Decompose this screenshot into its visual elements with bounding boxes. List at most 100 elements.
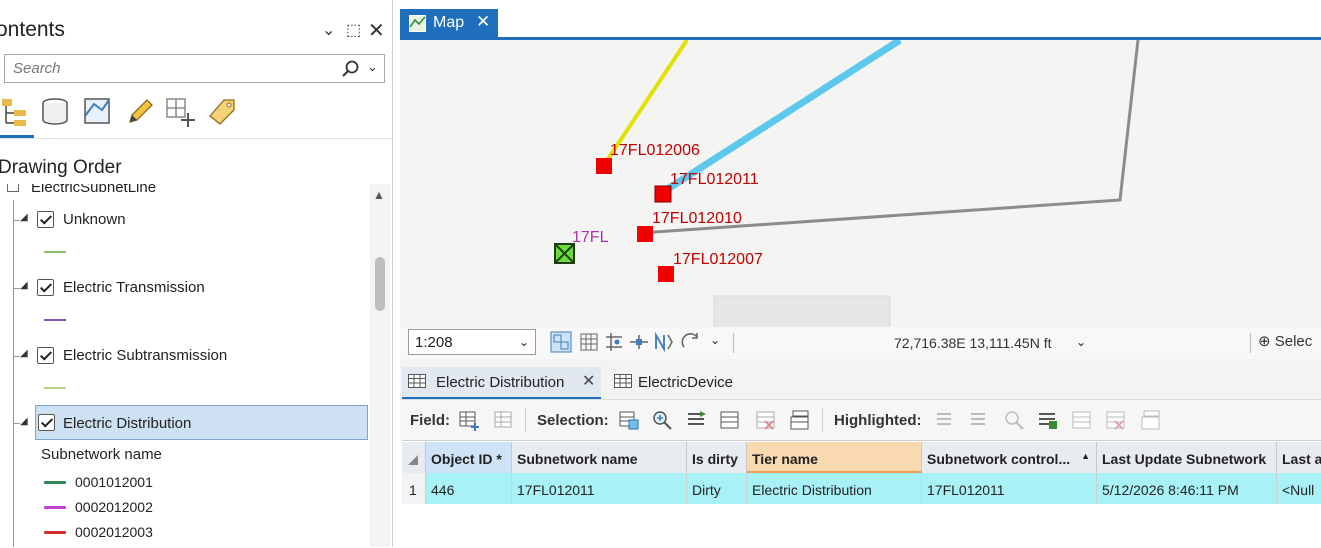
collapse-caret-icon[interactable]: ◢ xyxy=(20,212,28,223)
zoom-to-highlighted-icon[interactable] xyxy=(1003,409,1025,431)
search-box[interactable]: ⌄ xyxy=(4,54,385,83)
feature-label: 17FL xyxy=(572,229,609,246)
tab-map[interactable]: Map ✕ xyxy=(400,9,498,38)
delete-highlighted-icon[interactable] xyxy=(1140,409,1162,431)
search-chevron-icon[interactable]: ⌄ xyxy=(367,59,378,75)
search-icon[interactable] xyxy=(341,59,361,79)
list-by-snapping-icon[interactable] xyxy=(164,96,196,128)
row-number[interactable]: 1 xyxy=(402,473,426,504)
tree-branch: ◢ xyxy=(0,407,34,439)
scrollbar[interactable] xyxy=(370,184,390,547)
table-cell[interactable]: Dirty xyxy=(687,473,747,504)
scroll-up-icon[interactable]: ▲ xyxy=(373,188,385,202)
grid-icon[interactable] xyxy=(578,331,600,353)
layer-label: Electric Distribution xyxy=(63,415,192,432)
table-cell[interactable]: 5/12/2026 8:46:11 PM xyxy=(1097,473,1277,504)
layer-visibility-checkbox[interactable] xyxy=(38,414,55,431)
pin-icon[interactable]: ⬚ xyxy=(346,20,361,40)
chevron-down-icon[interactable]: ⌄ xyxy=(519,335,529,349)
table-cell[interactable]: 446 xyxy=(426,473,512,504)
expand-checkbox[interactable] xyxy=(7,184,19,192)
collapse-caret-icon[interactable]: ◢ xyxy=(20,416,28,427)
feature-label: 17FL012007 xyxy=(673,251,763,268)
highlight-list-icon[interactable] xyxy=(1071,409,1093,431)
chevron-down-icon[interactable]: ⌄ xyxy=(1076,335,1086,349)
layer-row-partial[interactable]: ElectricSubnetLine xyxy=(0,184,368,204)
north-arrow-icon[interactable] xyxy=(653,331,675,353)
pane-title: ontents xyxy=(0,18,65,41)
device-marker[interactable] xyxy=(637,226,653,242)
column-header[interactable]: Tier name xyxy=(747,442,922,473)
select-all-icon[interactable] xyxy=(719,409,741,431)
list-by-labeling-icon[interactable] xyxy=(206,96,238,128)
highlight-switch-icon[interactable] xyxy=(935,409,957,431)
select-all-corner[interactable] xyxy=(402,442,426,473)
calculate-field-icon[interactable] xyxy=(493,409,515,431)
layer-row-unknown[interactable]: ◢ Unknown xyxy=(0,204,368,236)
clear-selection-icon[interactable] xyxy=(755,409,777,431)
correction-icon[interactable] xyxy=(628,331,650,353)
collapse-caret-icon[interactable]: ◢ xyxy=(20,348,28,359)
select-tool-button[interactable]: ⊕ Selec xyxy=(1258,332,1312,350)
snapping-grid-icon[interactable] xyxy=(550,331,572,353)
attribute-table: Object ID * Subnetwork name Is dirty Tie… xyxy=(402,440,1321,548)
subnetwork-heading: Subnetwork name xyxy=(41,446,162,463)
highlight-unselect-icon[interactable] xyxy=(969,409,991,431)
table-cell[interactable]: 17FL012011 xyxy=(512,473,687,504)
table-cell[interactable]: 17FL012011 xyxy=(922,473,1097,504)
search-input[interactable] xyxy=(11,59,335,78)
list-by-editing-icon[interactable] xyxy=(124,96,156,128)
tab-label: ElectricDevice xyxy=(638,374,734,391)
table-cell[interactable]: <Null xyxy=(1277,473,1321,504)
map-canvas[interactable]: 17FL012006 17FL012011 17FL012010 17FL012… xyxy=(400,40,1321,327)
tab-label: Electric Distribution xyxy=(436,374,565,391)
column-header[interactable]: Last a xyxy=(1277,442,1321,473)
column-header[interactable]: Subnetwork name xyxy=(512,442,687,473)
device-marker[interactable] xyxy=(654,185,672,203)
column-header[interactable]: Last Update Subnetwork xyxy=(1097,442,1277,473)
constraints-icon[interactable] xyxy=(603,331,625,353)
highlight-attributes-icon[interactable] xyxy=(1037,409,1059,431)
column-header[interactable]: Is dirty xyxy=(687,442,747,473)
layer-row-electric-subtransmission[interactable]: ◢ Electric Subtransmission xyxy=(0,340,368,372)
close-icon[interactable]: ✕ xyxy=(476,12,490,32)
close-icon[interactable]: ✕ xyxy=(368,18,385,43)
device-marker[interactable] xyxy=(658,266,674,282)
add-field-icon[interactable] xyxy=(458,409,480,431)
legend-symbol xyxy=(44,531,66,534)
delete-selected-icon[interactable] xyxy=(789,409,811,431)
options-chevron-icon[interactable]: ⌄ xyxy=(322,20,335,40)
rotation-icon[interactable] xyxy=(680,331,702,353)
clear-highlight-icon[interactable] xyxy=(1105,409,1127,431)
layer-row-electric-transmission[interactable]: ◢ Electric Transmission xyxy=(0,272,368,304)
list-by-drawing-order-icon[interactable] xyxy=(0,96,32,128)
map-icon xyxy=(409,15,426,32)
scroll-thumb[interactable] xyxy=(375,257,385,311)
layer-label: Electric Transmission xyxy=(63,279,205,296)
chevron-down-icon[interactable]: ⌄ xyxy=(710,333,720,347)
tab-electric-device[interactable]: ElectricDevice xyxy=(608,367,748,397)
select-by-attributes-icon[interactable] xyxy=(618,409,640,431)
list-by-selection-icon[interactable] xyxy=(82,96,114,128)
feature-label: 17FL012011 xyxy=(670,171,759,188)
close-icon[interactable]: ✕ xyxy=(582,371,595,391)
device-marker[interactable] xyxy=(596,158,612,174)
layer-label: Electric Subtransmission xyxy=(63,347,228,364)
list-by-source-icon[interactable] xyxy=(40,96,72,128)
layer-visibility-checkbox[interactable] xyxy=(37,211,54,228)
column-header[interactable]: Subnetwork control... ▲ xyxy=(922,442,1097,473)
layer-visibility-checkbox[interactable] xyxy=(37,279,54,296)
table-cell[interactable]: Electric Distribution xyxy=(747,473,922,504)
column-header[interactable]: Object ID * xyxy=(426,442,512,473)
table-icon xyxy=(614,374,632,388)
drawing-order-heading: Drawing Order xyxy=(0,157,122,178)
collapse-caret-icon[interactable]: ◢ xyxy=(20,280,28,291)
scale-select[interactable]: 1:208 ⌄ xyxy=(408,329,536,355)
layer-visibility-checkbox[interactable] xyxy=(37,347,54,364)
map-graphics xyxy=(554,40,1140,327)
layer-row-electric-distribution[interactable]: Electric Distribution xyxy=(35,405,368,440)
tab-electric-distribution[interactable]: Electric Distribution ✕ xyxy=(402,367,601,399)
legend-symbol xyxy=(44,506,66,509)
zoom-to-selection-icon[interactable] xyxy=(651,409,673,431)
switch-selection-icon[interactable] xyxy=(686,409,708,431)
